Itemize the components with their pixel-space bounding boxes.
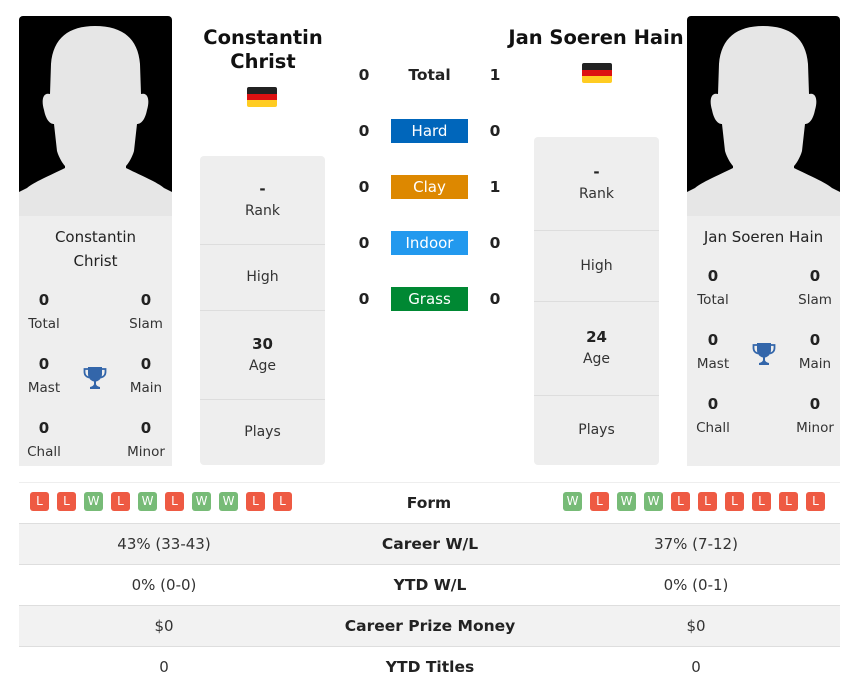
player2-form-result-loss[interactable]: L <box>671 492 690 511</box>
player2-form-result-win[interactable]: W <box>617 492 636 511</box>
player2-info-box: - Rank High 24 Age Plays <box>534 137 659 465</box>
player1-form-result-loss[interactable]: L <box>165 492 184 511</box>
player1-titles-main: 0 Main <box>129 355 163 396</box>
player1-card-name[interactable]: Constantin Christ <box>19 216 172 273</box>
player2-ytd-titles: 0 <box>691 658 701 676</box>
player1-card-name-line1: Constantin <box>54 228 137 246</box>
player2-high: High <box>534 231 659 302</box>
player1-titles-minor: 0 Minor <box>127 419 165 460</box>
h2h-indoor-row: 0 Indoor 0 <box>340 231 520 255</box>
player2-form-result-win[interactable]: W <box>563 492 582 511</box>
player2-form-result-loss[interactable]: L <box>725 492 744 511</box>
germany-flag-icon <box>582 63 612 83</box>
player1-high: High <box>200 245 325 311</box>
h2h-indoor-p2: 0 <box>489 234 501 252</box>
surface-clay-badge[interactable]: Clay <box>391 175 468 199</box>
form-label: Form <box>406 494 452 512</box>
h2h-total-row: 0 Total 1 <box>340 63 520 87</box>
player1-form-result-win[interactable]: W <box>84 492 103 511</box>
h2h-grass-p1: 0 <box>358 290 370 308</box>
h2h-grass-p2: 0 <box>489 290 501 308</box>
h2h-grass-row: 0 Grass 0 <box>340 287 520 311</box>
player2-card: Jan Soeren Hain 0 Total 0 Slam 0 Mast 0 … <box>687 216 840 466</box>
player2-plays: Plays <box>578 422 615 438</box>
h2h-clay-row: 0 Clay 1 <box>340 175 520 199</box>
player1-ytd-titles: 0 <box>159 658 169 676</box>
h2h-clay-p2: 1 <box>489 178 501 196</box>
h2h-total-label: Total <box>408 66 451 84</box>
player2-form-result-loss[interactable]: L <box>590 492 609 511</box>
player1-form-result-loss[interactable]: L <box>273 492 292 511</box>
player1-titles-total: 0 Total <box>28 291 60 332</box>
player2-age: 24 Age <box>534 302 659 396</box>
player1-form-result-win[interactable]: W <box>192 492 211 511</box>
h2h-hard-p2: 0 <box>489 122 501 140</box>
player1-titles-mast: 0 Mast <box>27 355 61 396</box>
player1-form: LLWLWLWWLL <box>30 492 292 511</box>
player2-form-result-loss[interactable]: L <box>752 492 771 511</box>
player2-rank: - Rank <box>534 137 659 231</box>
ytd-wl-row: 0% (0-0) YTD W/L 0% (0-1) <box>19 564 840 605</box>
player1-ytd-wl: 0% (0-0) <box>131 576 197 594</box>
player1-form-result-win[interactable]: W <box>219 492 238 511</box>
player2-career-wl: 37% (7-12) <box>654 535 738 553</box>
player2-form: WLWWLLLLLL <box>563 492 825 511</box>
player1-titles-slam: 0 Slam <box>129 291 163 332</box>
career-prize-money-row: $0 Career Prize Money $0 <box>19 605 840 646</box>
ytd-titles-label: YTD Titles <box>385 658 475 676</box>
player1-card: Constantin Christ 0 Total 0 Slam 0 Mast … <box>19 216 172 466</box>
player2-photo <box>687 16 840 216</box>
player-silhouette-icon <box>19 26 172 216</box>
player2-career-prize-money: $0 <box>686 617 706 635</box>
player1-career-prize-money: $0 <box>154 617 174 635</box>
player2-titles-main: 0 Main <box>798 331 832 372</box>
surface-hard-badge[interactable]: Hard <box>391 119 468 143</box>
surface-grass-badge[interactable]: Grass <box>391 287 468 311</box>
player2-titles-minor: 0 Minor <box>796 395 834 436</box>
h2h-indoor-p1: 0 <box>358 234 370 252</box>
player2-card-name-line1: Jan Soeren Hain <box>703 228 824 246</box>
player1-plays: Plays <box>244 424 281 440</box>
h2h-hard-p1: 0 <box>358 122 370 140</box>
player1-photo <box>19 16 172 216</box>
player2-form-result-loss[interactable]: L <box>806 492 825 511</box>
player1-card-name-line2: Christ <box>73 252 118 270</box>
player1-form-result-win[interactable]: W <box>138 492 157 511</box>
player2-ytd-wl: 0% (0-1) <box>663 576 729 594</box>
ytd-titles-row: 0 YTD Titles 0 <box>19 646 840 687</box>
player1-career-wl: 43% (33-43) <box>117 535 211 553</box>
trophy-icon <box>82 365 108 391</box>
h2h-total-p1: 0 <box>358 66 370 84</box>
player1-age: 30 Age <box>200 311 325 400</box>
player2-card-name[interactable]: Jan Soeren Hain <box>687 216 840 249</box>
player1-header-name[interactable]: Constantin Christ <box>196 26 330 74</box>
player1-form-result-loss[interactable]: L <box>30 492 49 511</box>
player1-titles-chall: 0 Chall <box>27 419 61 460</box>
player1-rank: - Rank <box>200 156 325 245</box>
player2-form-result-loss[interactable]: L <box>698 492 717 511</box>
player2-titles-chall: 0 Chall <box>696 395 730 436</box>
h2h-hard-row: 0 Hard 0 <box>340 119 520 143</box>
player2-titles-slam: 0 Slam <box>798 267 832 308</box>
player2-form-result-loss[interactable]: L <box>779 492 798 511</box>
player2-header-name[interactable]: Jan Soeren Hain <box>500 26 692 50</box>
career-prize-money-label: Career Prize Money <box>344 617 516 635</box>
player2-form-result-win[interactable]: W <box>644 492 663 511</box>
career-wl-label: Career W/L <box>381 535 479 553</box>
player1-form-result-loss[interactable]: L <box>111 492 130 511</box>
player2-titles-mast: 0 Mast <box>696 331 730 372</box>
h2h-clay-p1: 0 <box>358 178 370 196</box>
form-row: LLWLWLWWLL Form WLWWLLLLLL <box>19 482 840 523</box>
player1-form-result-loss[interactable]: L <box>57 492 76 511</box>
trophy-icon <box>751 341 777 367</box>
h2h-total-p2: 1 <box>489 66 501 84</box>
surface-indoor-badge[interactable]: Indoor <box>391 231 468 255</box>
career-wl-row: 43% (33-43) Career W/L 37% (7-12) <box>19 523 840 564</box>
player-silhouette-icon <box>687 26 840 216</box>
player1-form-result-loss[interactable]: L <box>246 492 265 511</box>
ytd-wl-label: YTD W/L <box>393 576 467 594</box>
germany-flag-icon <box>247 87 277 107</box>
player1-info-box: - Rank High 30 Age Plays <box>200 156 325 465</box>
player2-titles-total: 0 Total <box>697 267 729 308</box>
